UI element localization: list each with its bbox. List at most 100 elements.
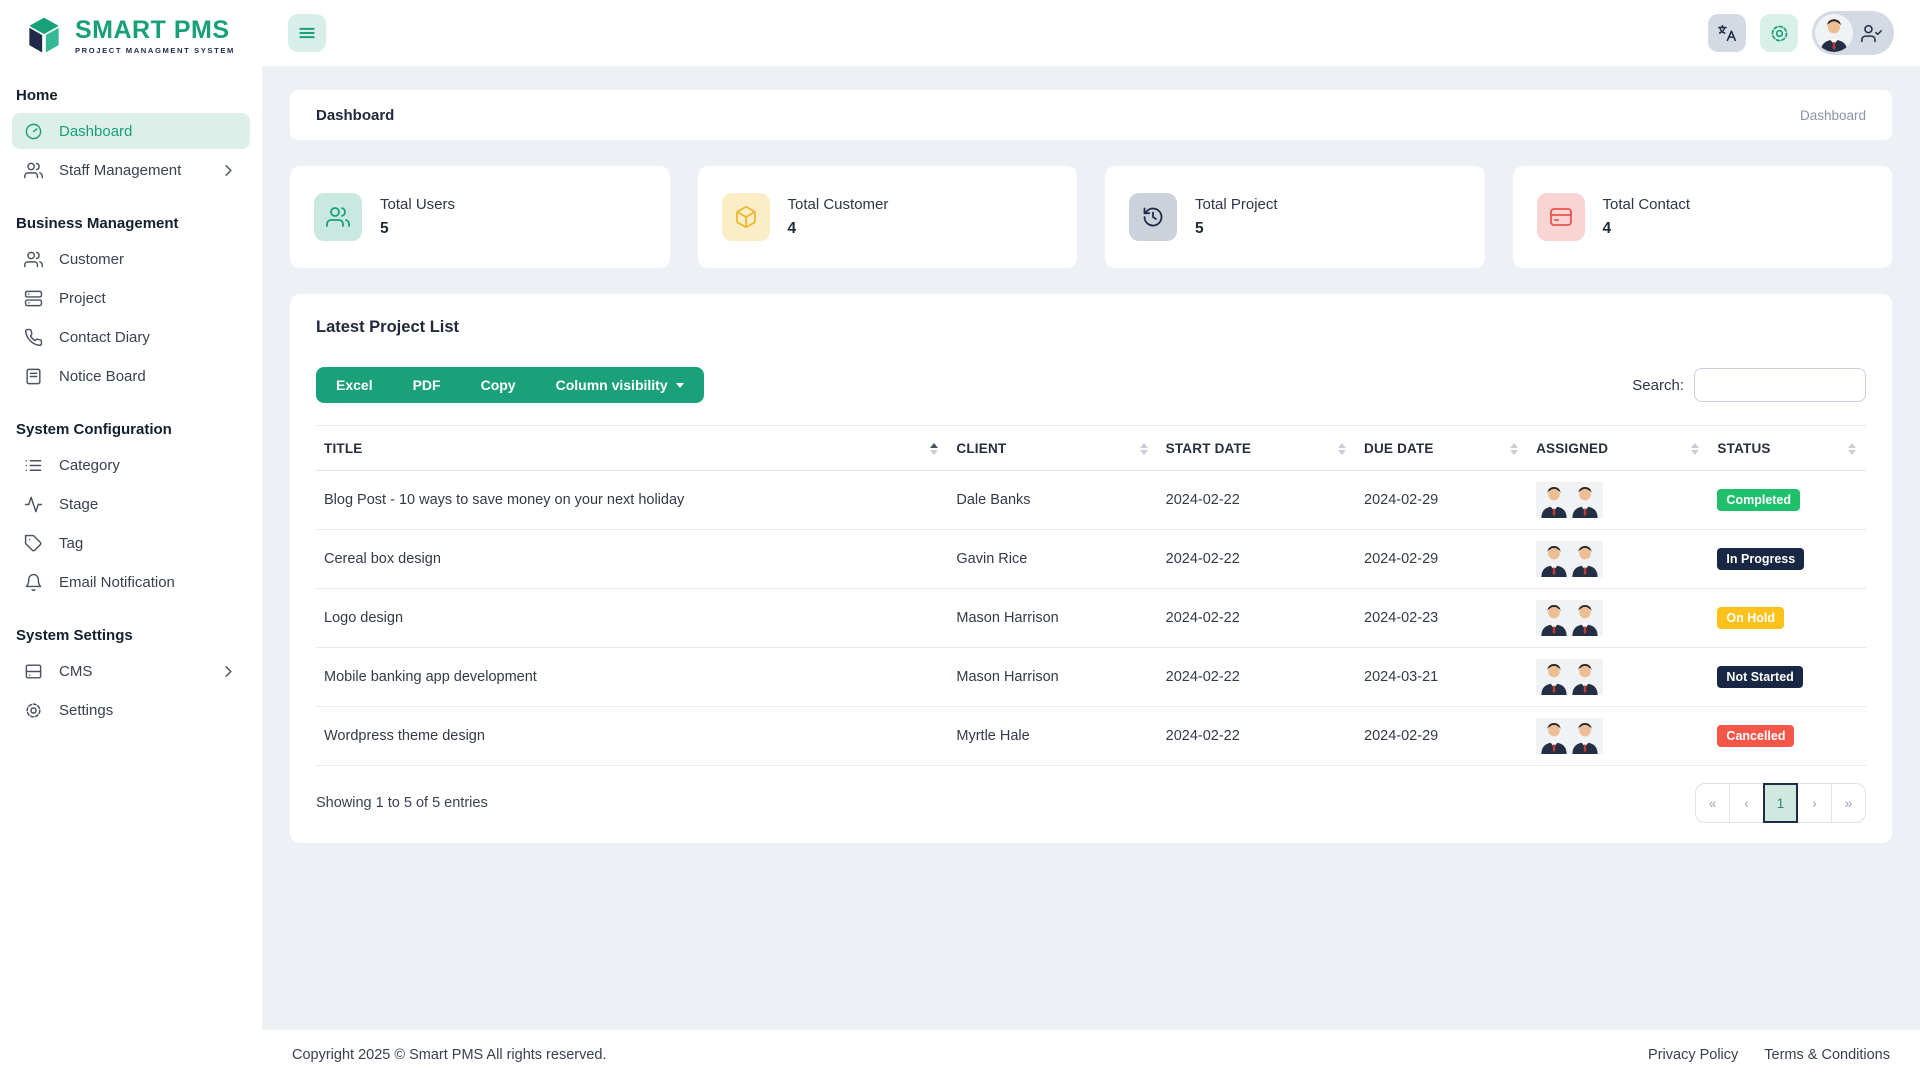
excel-button[interactable]: Excel: [316, 367, 393, 403]
assignee-avatar: [1567, 659, 1603, 695]
terms-conditions-link[interactable]: Terms & Conditions: [1764, 1047, 1890, 1063]
cell-start-date: 2024-02-22: [1158, 707, 1356, 766]
sidebar-item-cms[interactable]: CMS: [12, 653, 250, 689]
sidebar-item-label: Category: [59, 457, 120, 474]
sidebar-section-business-management: Business Management: [0, 190, 262, 239]
page-content: Dashboard Dashboard Total Users 5: [262, 66, 1920, 1030]
search-label: Search:: [1632, 377, 1684, 394]
column-header-status[interactable]: STATUS: [1709, 426, 1866, 471]
sidebar-item-label: CMS: [59, 663, 92, 680]
avatar-image: [1815, 14, 1853, 52]
sidebar-item-staff-management[interactable]: Staff Management: [12, 152, 250, 188]
stat-card-total-contact: Total Contact 4: [1513, 166, 1893, 268]
stat-value: 4: [788, 220, 889, 238]
column-header-start-date[interactable]: START DATE: [1158, 426, 1356, 471]
package-icon: [722, 193, 770, 241]
assignee-avatar: [1567, 718, 1603, 754]
stat-label: Total Customer: [788, 196, 889, 213]
sidebar-section-home: Home: [0, 62, 262, 111]
sidebar-item-label: Settings: [59, 702, 113, 719]
breadcrumb: Dashboard Dashboard: [290, 90, 1892, 140]
brand-tagline: PROJECT MANAGMENT SYSTEM: [75, 46, 235, 55]
table-row: Mobile banking app development Mason Har…: [316, 648, 1866, 707]
export-button-group: Excel PDF Copy Column visibility: [316, 367, 704, 403]
sidebar-item-category[interactable]: Category: [12, 447, 250, 483]
activity-icon: [24, 495, 43, 514]
caret-down-icon: [676, 383, 684, 388]
sort-icon: [1691, 443, 1699, 455]
pagination-first[interactable]: «: [1695, 783, 1730, 823]
sidebar-item-email-notification[interactable]: Email Notification: [12, 564, 250, 600]
sort-icon: [1848, 443, 1856, 455]
stats-row: Total Users 5 Total Customer 4: [290, 166, 1892, 268]
table-toolbar: Excel PDF Copy Column visibility Search:: [290, 337, 1892, 403]
privacy-policy-link[interactable]: Privacy Policy: [1648, 1047, 1738, 1063]
assignee-avatar: [1567, 541, 1603, 577]
sidebar-item-label: Dashboard: [59, 123, 132, 140]
cell-status: In Progress: [1709, 530, 1866, 589]
drive-icon: [24, 662, 43, 681]
cell-start-date: 2024-02-22: [1158, 530, 1356, 589]
user-menu[interactable]: [1812, 11, 1894, 55]
table-row: Wordpress theme design Myrtle Hale 2024-…: [316, 707, 1866, 766]
copy-button[interactable]: Copy: [461, 367, 536, 403]
topbar-actions: [1708, 11, 1894, 55]
cell-title: Blog Post - 10 ways to save money on you…: [316, 471, 948, 530]
sidebar-item-customer[interactable]: Customer: [12, 241, 250, 277]
sidebar-item-contact-diary[interactable]: Contact Diary: [12, 319, 250, 355]
breadcrumb-path[interactable]: Dashboard: [1800, 108, 1866, 123]
pagination-last[interactable]: »: [1831, 783, 1866, 823]
page-title: Dashboard: [316, 107, 394, 124]
users-icon: [24, 161, 43, 180]
cell-status: Completed: [1709, 471, 1866, 530]
pdf-button[interactable]: PDF: [393, 367, 461, 403]
assignee-avatar: [1567, 600, 1603, 636]
sidebar-item-settings[interactable]: Settings: [12, 692, 250, 728]
sidebar-section-system-configuration: System Configuration: [0, 396, 262, 445]
sidebar-item-notice-board[interactable]: Notice Board: [12, 358, 250, 394]
sidebar-item-dashboard[interactable]: Dashboard: [12, 113, 250, 149]
avatar: [1815, 14, 1853, 52]
pagination-prev[interactable]: ‹: [1729, 783, 1764, 823]
cell-status: Not Started: [1709, 648, 1866, 707]
sidebar-item-tag[interactable]: Tag: [12, 525, 250, 561]
credit-card-icon: [1537, 193, 1585, 241]
bell-icon: [24, 573, 43, 592]
cell-due-date: 2024-02-23: [1356, 589, 1528, 648]
column-header-client[interactable]: CLIENT: [948, 426, 1157, 471]
table-row: Logo design Mason Harrison 2024-02-22 20…: [316, 589, 1866, 648]
column-visibility-button[interactable]: Column visibility: [536, 367, 704, 403]
copyright-text: Copyright 2025 © Smart PMS All rights re…: [292, 1047, 607, 1063]
status-badge: Completed: [1717, 489, 1800, 511]
sidebar-item-label: Tag: [59, 535, 83, 552]
column-header-title[interactable]: TITLE: [316, 426, 948, 471]
pagination-next[interactable]: ›: [1797, 783, 1832, 823]
panel-title: Latest Project List: [290, 294, 1892, 337]
translate-button[interactable]: [1708, 14, 1746, 52]
pagination-page-1[interactable]: 1: [1763, 783, 1798, 823]
column-visibility-label: Column visibility: [556, 377, 668, 393]
search-input[interactable]: [1694, 368, 1866, 402]
settings-button[interactable]: [1760, 14, 1798, 52]
column-header-due-date[interactable]: DUE DATE: [1356, 426, 1528, 471]
column-header-assigned[interactable]: ASSIGNED: [1528, 426, 1709, 471]
status-badge: Not Started: [1717, 666, 1802, 688]
gear-icon: [1769, 23, 1790, 44]
stat-label: Total Users: [380, 196, 455, 213]
cell-due-date: 2024-02-29: [1356, 471, 1528, 530]
brand-logo[interactable]: SMART PMS PROJECT MANAGMENT SYSTEM: [0, 0, 262, 62]
cell-start-date: 2024-02-22: [1158, 648, 1356, 707]
users-icon: [24, 250, 43, 269]
sidebar-item-stage[interactable]: Stage: [12, 486, 250, 522]
table-row: Cereal box design Gavin Rice 2024-02-22 …: [316, 530, 1866, 589]
board-icon: [24, 367, 43, 386]
cell-start-date: 2024-02-22: [1158, 471, 1356, 530]
latest-project-panel: Latest Project List Excel PDF Copy Colum…: [290, 294, 1892, 843]
menu-toggle-button[interactable]: [288, 14, 326, 52]
sidebar-item-project[interactable]: Project: [12, 280, 250, 316]
brand-name: SMART PMS: [75, 18, 235, 43]
gear-icon: [24, 701, 43, 720]
app-root: SMART PMS PROJECT MANAGMENT SYSTEM Home …: [0, 0, 1920, 1080]
pagination: « ‹ 1 › »: [1696, 783, 1866, 823]
gauge-icon: [24, 122, 43, 141]
